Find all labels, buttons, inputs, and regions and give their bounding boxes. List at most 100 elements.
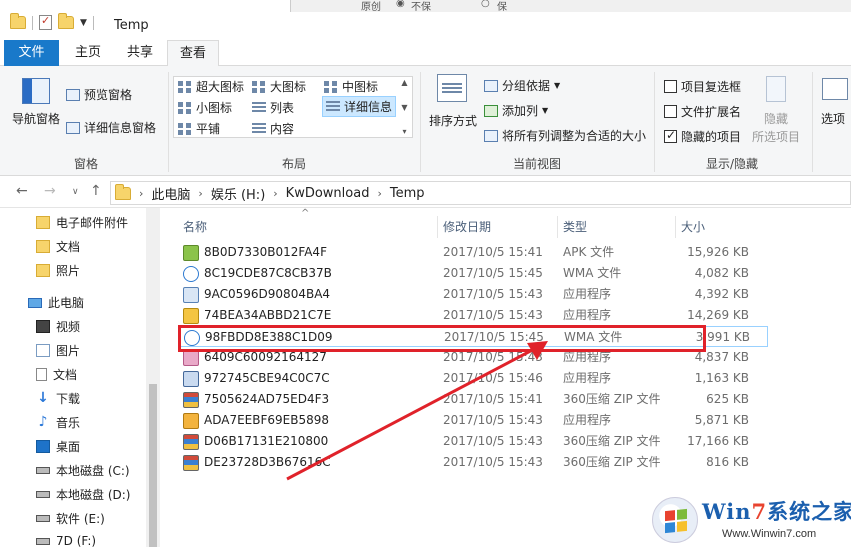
radio-icon: ○	[481, 0, 490, 9]
scrollbar-thumb[interactable]	[149, 384, 157, 547]
nav-item-drive-d[interactable]: 本地磁盘 (D:)	[36, 486, 130, 503]
nav-item-label: 文档	[56, 240, 81, 254]
file-row[interactable]: 972745CBE94C0C7C 2017/10/5 15:46 应用程序 1,163…	[178, 368, 768, 389]
file-name-cell[interactable]: 74BEA34ABBD21C7E	[183, 305, 331, 326]
file-name: 8B0D7330B012FA4F	[204, 245, 327, 259]
hidden-items-toggle[interactable]: 隐藏的项目	[664, 128, 741, 145]
properties-icon[interactable]	[39, 14, 52, 30]
chevron-right-icon[interactable]: ›	[273, 187, 277, 200]
nav-item-this-pc[interactable]: 此电脑	[28, 294, 84, 311]
file-name-cell[interactable]: 9AC0596D90804BA4	[183, 284, 330, 305]
file-type-icon	[183, 433, 199, 450]
nav-item-documents-pinned[interactable]: 文档	[36, 238, 80, 255]
sort-by-button[interactable]: 排序方式	[429, 112, 477, 129]
layout-small-icons[interactable]: 小图标	[178, 99, 232, 116]
nav-item-label: 图片	[56, 344, 81, 358]
file-name-cell[interactable]: ADA7EEBF69EB5898	[183, 410, 329, 431]
chevron-down-icon[interactable]: ▼	[401, 103, 407, 112]
layout-xl-icons[interactable]: 超大图标	[178, 78, 244, 95]
brand-number: 7	[751, 499, 768, 524]
nav-pane-button[interactable]: 导航窗格	[12, 110, 60, 127]
layout-list[interactable]: 列表	[252, 99, 294, 116]
group-by-icon	[484, 79, 498, 92]
nav-item-drive-c[interactable]: 本地磁盘 (C:)	[36, 462, 130, 479]
group-label-panes: 窗格	[74, 157, 99, 171]
options-icon	[822, 78, 848, 100]
file-name-cell[interactable]: 7505624AD75ED4F3	[183, 389, 329, 410]
folder-icon[interactable]	[10, 13, 26, 29]
group-by-button[interactable]: 分组依据 ▼	[484, 77, 560, 94]
chevron-right-icon[interactable]: ›	[377, 187, 381, 200]
more-icon[interactable]: ▾	[402, 127, 406, 136]
checkbox-icon	[664, 80, 677, 93]
nav-item-downloads[interactable]: ↓ 下载	[36, 390, 80, 407]
nav-item-label: 视频	[56, 320, 81, 334]
chevron-up-icon[interactable]: ▲	[401, 78, 407, 87]
add-column-button[interactable]: 添加列 ▼	[484, 102, 548, 119]
file-name-cell[interactable]: DE23728D3B67616C	[183, 452, 331, 473]
breadcrumb-drive-h[interactable]: 娱乐 (H:)	[211, 184, 265, 203]
tab-view[interactable]: 查看	[167, 40, 219, 67]
nav-item-email-attachments[interactable]: 电子邮件附件	[36, 214, 128, 231]
column-size[interactable]: 大小	[676, 216, 768, 238]
fit-columns-button[interactable]: 将所有列调整为合适的大小	[484, 127, 646, 144]
breadcrumb-kwdownload[interactable]: KwDownload	[286, 186, 370, 201]
nav-item-drive-f[interactable]: 7D (F:)	[36, 534, 96, 547]
file-row[interactable]: D06B17131E210800 2017/10/5 15:43 360压缩 ZIP…	[178, 431, 768, 452]
details-pane-button[interactable]: 详细信息窗格	[66, 119, 156, 136]
layout-medium-icons[interactable]: 中图标	[324, 78, 378, 95]
file-row[interactable]: 7505624AD75ED4F3 2017/10/5 15:41 360压缩 ZIP…	[178, 389, 768, 410]
layout-gallery-scroll[interactable]: ▲ ▼ ▾	[398, 78, 411, 136]
back-arrow-icon[interactable]: ←	[16, 183, 28, 199]
nav-item-videos[interactable]: 视频	[36, 318, 80, 335]
chevron-down-icon: ▼	[554, 81, 561, 90]
nav-item-pictures[interactable]: 图片	[36, 342, 80, 359]
layout-content[interactable]: 内容	[252, 120, 294, 137]
nav-item-desktop[interactable]: 桌面	[36, 438, 80, 455]
tab-share[interactable]: 共享	[120, 40, 160, 66]
file-extensions-toggle[interactable]: 文件扩展名	[664, 103, 741, 120]
file-name-cell[interactable]: D06B17131E210800	[183, 431, 328, 452]
file-name-cell[interactable]: 972745CBE94C0C7C	[183, 368, 330, 389]
recent-dropdown-icon[interactable]: ∨	[72, 187, 79, 197]
file-name-cell[interactable]: 8C19CDE87C8CB37B	[183, 263, 332, 284]
file-row[interactable]: 8B0D7330B012FA4F 2017/10/5 15:41 APK 文件 15,…	[178, 242, 768, 263]
customize-dropdown-icon[interactable]: ▼	[80, 18, 87, 28]
tab-home[interactable]: 主页	[68, 40, 108, 66]
nav-item-drive-e[interactable]: 软件 (E:)	[36, 510, 105, 527]
nav-item-music[interactable]: ♪ 音乐	[36, 414, 80, 431]
breadcrumb-this-pc[interactable]: 此电脑	[151, 184, 190, 203]
item-checkboxes-toggle[interactable]: 项目复选框	[664, 78, 741, 95]
layout-large-icons[interactable]: 大图标	[252, 78, 306, 95]
column-date-modified[interactable]: 修改日期	[438, 216, 558, 238]
nav-item-documents[interactable]: 文档	[36, 366, 77, 383]
watermark-url: Www.Winwin7.com	[722, 528, 817, 540]
nav-pane-scrollbar[interactable]	[146, 208, 160, 547]
hide-button[interactable]: 隐藏	[764, 110, 788, 127]
breadcrumb-temp[interactable]: Temp	[390, 186, 425, 201]
layout-details[interactable]: 详细信息	[322, 96, 397, 117]
preview-pane-button[interactable]: 预览窗格	[66, 86, 132, 103]
up-arrow-icon[interactable]: ↑	[90, 183, 102, 199]
column-name[interactable]: 名称	[178, 216, 438, 238]
file-type-icon	[183, 412, 199, 429]
file-row[interactable]: DE23728D3B67616C 2017/10/5 15:43 360压缩 ZIP…	[178, 452, 768, 473]
file-name-cell[interactable]: 8B0D7330B012FA4F	[183, 242, 327, 263]
forward-arrow-icon[interactable]: →	[44, 183, 56, 199]
chevron-right-icon[interactable]: ›	[139, 187, 143, 200]
new-folder-icon[interactable]	[58, 13, 74, 29]
address-bar[interactable]: › 此电脑 › 娱乐 (H:) › KwDownload › Temp	[110, 181, 851, 205]
nav-item-photos[interactable]: 照片	[36, 262, 80, 279]
column-type[interactable]: 类型	[558, 216, 676, 238]
tab-file[interactable]: 文件	[4, 40, 59, 66]
navigation-pane: 电子邮件附件 文档 照片 此电脑 视频 图片 文档 ↓ 下载 ♪ 音乐 桌面 本地磁…	[0, 208, 160, 547]
file-row[interactable]: ADA7EEBF69EB5898 2017/10/5 15:43 应用程序 5,871…	[178, 410, 768, 431]
chevron-right-icon[interactable]: ›	[198, 187, 202, 200]
file-row[interactable]: 9AC0596D90804BA4 2017/10/5 15:43 应用程序 4,392…	[178, 284, 768, 305]
layout-tiles[interactable]: 平铺	[178, 120, 220, 137]
options-button[interactable]: 选项	[821, 110, 845, 127]
file-row[interactable]: 8C19CDE87C8CB37B 2017/10/5 15:45 WMA 文件 4,0…	[178, 263, 768, 284]
file-row[interactable]: 74BEA34ABBD21C7E 2017/10/5 15:43 应用程序 14,26…	[178, 305, 768, 326]
watermark: Win7系统之家 Www.Winwin7.com	[652, 492, 851, 547]
nav-item-label: 文档	[53, 368, 78, 382]
